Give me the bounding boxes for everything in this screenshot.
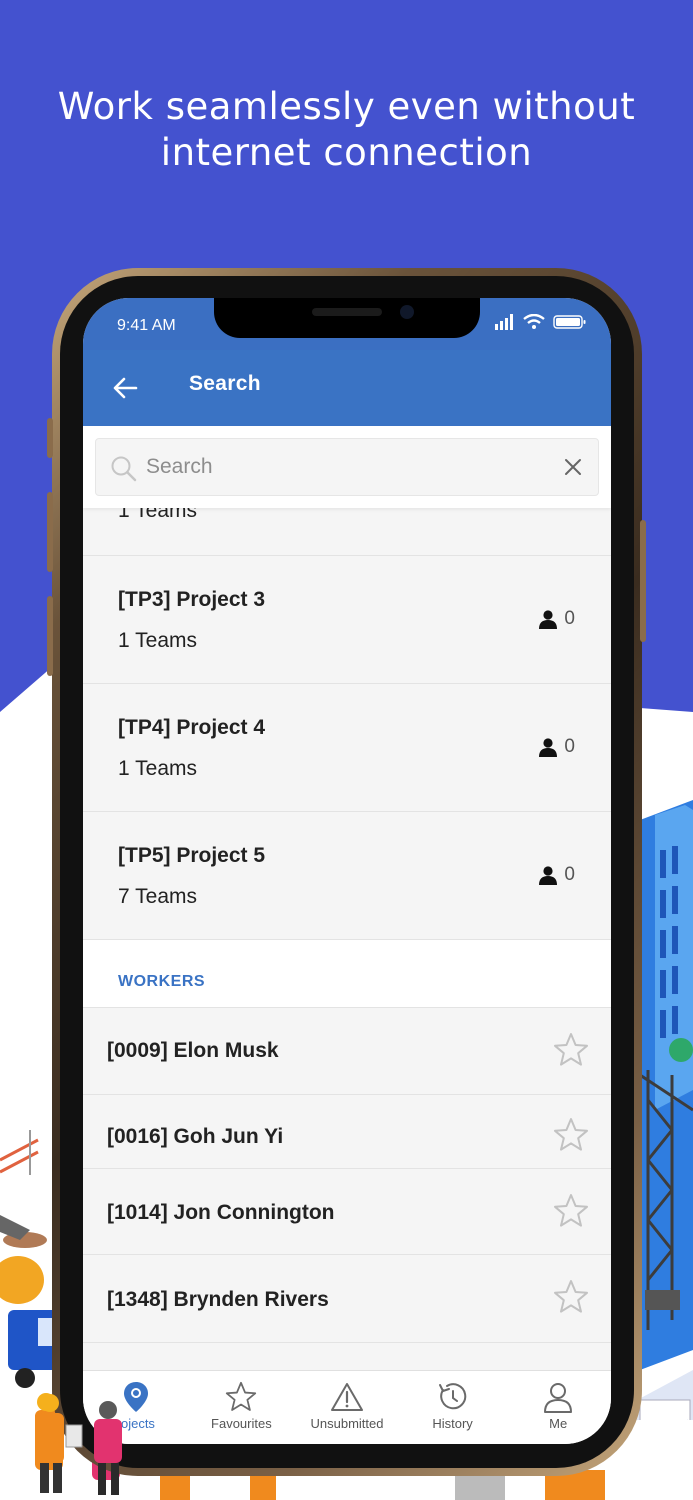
project-name: [TP4] Project 4 [118, 716, 266, 739]
project-teams: 1 Teams [118, 757, 197, 780]
volume-up-button [47, 492, 53, 572]
member-count-value: 0 [564, 736, 575, 757]
mute-switch [47, 418, 53, 458]
project-teams: 1 Teams [118, 508, 197, 522]
person-icon [539, 610, 558, 629]
battery-icon [553, 315, 586, 329]
search-bar-container [83, 426, 611, 508]
worker-name: [0016] Goh Jun Yi [107, 1125, 284, 1148]
project-teams: 1 Teams [118, 629, 197, 652]
headline-line-1: Work seamlessly even without [57, 85, 636, 128]
section-title: WORKERS [118, 973, 206, 990]
bottom-tab-bar: rojects Favourites Unsubmitted History M… [83, 1370, 611, 1444]
project-teams: 7 Teams [118, 885, 197, 908]
headline: Work seamlessly even without internet co… [0, 84, 693, 176]
page-title: Search [189, 372, 261, 395]
project-name: [TP3] Project 3 [118, 588, 266, 611]
volume-down-button [47, 596, 53, 676]
headline-line-2: internet connection [160, 131, 533, 174]
tab-label: Favourites [211, 1416, 272, 1431]
app-bar: Search [83, 350, 611, 426]
front-camera [400, 305, 414, 319]
phone-screen: 9:41 AM Search Search 1 Teams [TP3] Proj… [83, 298, 611, 1444]
tab-label: History [432, 1416, 473, 1431]
member-count-value: 0 [564, 864, 575, 885]
favourite-star-icon[interactable] [553, 1032, 589, 1068]
tab-label: Unsubmitted [310, 1416, 384, 1431]
worker-name: [1014] Jon Connington [107, 1201, 335, 1224]
worker-name: [1348] Brynden Rivers [107, 1288, 329, 1311]
project-name: [TP5] Project 5 [118, 844, 266, 867]
project-member-count: 0 [538, 608, 575, 630]
power-button [640, 520, 646, 642]
worker-figures-illustration [38, 1394, 122, 1495]
workers-section-header: WORKERS [83, 940, 611, 1008]
user-icon [544, 1383, 573, 1413]
project-row[interactable]: [TP3] Project 3 1 Teams 0 [83, 556, 611, 684]
results-list: 1 Teams [TP3] Project 3 1 Teams 0 [TP4] … [83, 508, 611, 1343]
tab-label: Me [549, 1416, 568, 1431]
favourite-star-icon[interactable] [553, 1279, 589, 1315]
star-icon [226, 1381, 257, 1411]
history-icon [438, 1383, 466, 1410]
search-icon [111, 456, 137, 482]
tab-me[interactable]: Me [505, 1371, 611, 1444]
tab-unsubmitted[interactable]: Unsubmitted [294, 1371, 400, 1444]
signal-icon [495, 314, 513, 330]
worker-row[interactable]: [0016] Goh Jun Yi [83, 1095, 611, 1169]
favourite-star-icon[interactable] [553, 1193, 589, 1229]
arrow-left-icon [113, 377, 138, 399]
worker-row[interactable]: [1348] Brynden Rivers [83, 1255, 611, 1343]
project-row[interactable]: [TP5] Project 5 7 Teams 0 [83, 812, 611, 940]
status-icons [495, 314, 587, 330]
speaker-grille [312, 308, 382, 316]
search-box [95, 438, 599, 496]
status-time: 9:41 AM [117, 317, 176, 334]
list-item[interactable]: 1 Teams [83, 508, 611, 556]
wifi-icon [523, 314, 545, 329]
worker-row[interactable]: [1014] Jon Connington [83, 1169, 611, 1255]
member-count-value: 0 [564, 608, 575, 629]
warning-icon [330, 1383, 363, 1411]
clear-search-icon[interactable] [562, 456, 584, 478]
person-icon [539, 866, 558, 885]
person-icon [539, 738, 558, 757]
status-bar: 9:41 AM [83, 298, 611, 350]
favourite-star-icon[interactable] [553, 1117, 589, 1153]
tab-history[interactable]: History [400, 1371, 506, 1444]
tab-favourites[interactable]: Favourites [189, 1371, 295, 1444]
notch [214, 298, 480, 338]
project-member-count: 0 [538, 864, 575, 886]
worker-row[interactable]: [0009] Elon Musk [83, 1008, 611, 1095]
back-button[interactable] [107, 370, 143, 406]
project-member-count: 0 [538, 736, 575, 758]
search-input[interactable] [146, 452, 546, 482]
worker-name: [0009] Elon Musk [107, 1039, 279, 1062]
project-row[interactable]: [TP4] Project 4 1 Teams 0 [83, 684, 611, 812]
